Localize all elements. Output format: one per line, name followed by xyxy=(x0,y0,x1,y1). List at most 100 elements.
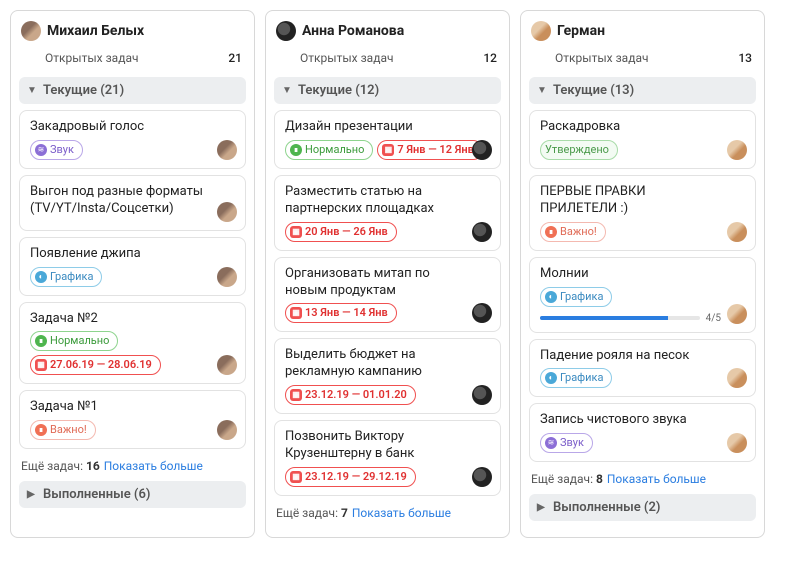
task-card[interactable]: Запись чистового звука≋Звук xyxy=(529,403,756,462)
tag-label: 23.12.19 — 29.12.19 xyxy=(305,469,407,485)
assignee-avatar[interactable] xyxy=(472,140,492,160)
section-title: Выполненные (6) xyxy=(43,487,150,502)
chevron-down-icon: ▼ xyxy=(282,85,294,96)
tag-date: ▦20 Янв — 26 Янв xyxy=(285,222,397,242)
card-title: Задача №2 xyxy=(30,311,235,328)
section-header-done[interactable]: ▶ Выполненные (2) xyxy=(529,494,756,521)
column-mikhail: Михаил Белых Открытых задач21 ▼ Текущие (21… xyxy=(10,10,255,538)
card-tags: ◐Графика xyxy=(30,267,235,287)
task-card[interactable]: Позвонить Виктору Крузенштерну в банк ▦23… xyxy=(274,420,501,496)
normal-icon: ∎ xyxy=(35,335,47,347)
task-card[interactable]: Разместить статью на партнерских площадк… xyxy=(274,175,501,251)
graphics-icon: ◐ xyxy=(545,291,557,303)
more-tasks-row: Ещё задач: 7Показать больше xyxy=(274,502,501,524)
task-card[interactable]: Дизайн презентации∎Нормально▦7 Янв — 12 … xyxy=(274,110,501,169)
card-tags: Утверждено xyxy=(540,140,745,160)
assignee-avatar[interactable] xyxy=(727,304,747,324)
card-tags: ▦13 Янв — 14 Янв xyxy=(285,303,490,323)
calendar-icon: ▦ xyxy=(35,359,47,371)
user-name: Михаил Белых xyxy=(47,23,144,39)
tag-normal: ∎Нормально xyxy=(285,140,373,160)
column-anna: Анна РомановаОткрытых задач12▼Текущие (1… xyxy=(265,10,510,538)
section-header-done[interactable]: ▶ Выполненные (6) xyxy=(19,481,246,508)
assignee-avatar[interactable] xyxy=(217,267,237,287)
card-title: Выделить бюджет на рекламную кампанию xyxy=(285,347,490,381)
card-title: Выгон под разные форматы (TV/YT/Insta/Со… xyxy=(30,184,235,218)
task-card[interactable]: Появление джипа◐Графика xyxy=(19,237,246,296)
card-tags: ◐Графика xyxy=(540,287,745,307)
tag-label: Звук xyxy=(560,435,584,451)
progress-label: 4/5 xyxy=(706,313,721,324)
task-card[interactable]: Организовать митап по новым продуктам▦13… xyxy=(274,257,501,333)
chevron-right-icon: ▶ xyxy=(537,502,549,513)
user-avatar[interactable] xyxy=(276,21,296,41)
column-header: Герман xyxy=(529,17,756,47)
open-tasks-label: Открытых задач xyxy=(555,51,649,65)
task-card[interactable]: Выделить бюджет на рекламную кампанию ▦23… xyxy=(274,338,501,414)
card-tags: ≋Звук xyxy=(540,433,745,453)
card-tags: ▦23.12.19 — 01.01.20 xyxy=(285,385,490,405)
tag-label: Звук xyxy=(50,142,74,158)
assignee-avatar[interactable] xyxy=(217,140,237,160)
tag-date: ▦7 Янв — 12 Янв xyxy=(377,140,482,160)
section-header-current[interactable]: ▼ Текущие (13) xyxy=(529,77,756,104)
tag-label: Важно! xyxy=(50,422,87,438)
tag-graphics: ◐Графика xyxy=(540,368,612,388)
chevron-down-icon: ▼ xyxy=(27,85,39,96)
important-icon: ∎ xyxy=(35,424,47,436)
sound-icon: ≋ xyxy=(545,437,557,449)
column-header: Михаил Белых xyxy=(19,17,246,47)
progress-fill xyxy=(540,316,668,320)
calendar-icon: ▦ xyxy=(290,389,302,401)
more-count: 8 xyxy=(596,472,603,486)
assignee-avatar[interactable] xyxy=(472,467,492,487)
kanban-board: Михаил Белых Открытых задач21 ▼ Текущие (21… xyxy=(10,10,789,538)
card-title: ПЕРВЫЕ ПРАВКИ ПРИЛЕТЕЛИ :) xyxy=(540,184,745,218)
progress-bar xyxy=(540,316,700,320)
column-german: Герман Открытых задач 13 ▼ Текущие (13) Раска… xyxy=(520,10,765,538)
section-title: Текущие (21) xyxy=(43,83,124,98)
show-more-link[interactable]: Показать больше xyxy=(352,506,451,520)
tag-important: ∎Важно! xyxy=(30,420,96,440)
calendar-icon: ▦ xyxy=(290,307,302,319)
section-header-current[interactable]: ▼Текущие (12) xyxy=(274,77,501,104)
chevron-down-icon: ▼ xyxy=(537,85,549,96)
open-tasks-stat: Открытых задач21 xyxy=(19,47,246,73)
assignee-avatar[interactable] xyxy=(217,202,237,222)
assignee-avatar[interactable] xyxy=(727,222,747,242)
tag-approved: Утверждено xyxy=(540,140,618,160)
open-tasks-count: 13 xyxy=(738,51,752,65)
user-avatar[interactable] xyxy=(21,21,41,41)
task-card[interactable]: Падение рояля на песок◐Графика xyxy=(529,339,756,398)
task-card[interactable]: Выгон под разные форматы (TV/YT/Insta/Со… xyxy=(19,175,246,231)
task-card[interactable]: Закадровый голос≋Звук xyxy=(19,110,246,169)
tag-date: ▦23.12.19 — 29.12.19 xyxy=(285,467,416,487)
sound-icon: ≋ xyxy=(35,144,47,156)
tag-graphics: ◐Графика xyxy=(30,267,102,287)
show-more-link[interactable]: Показать больше xyxy=(104,459,203,473)
task-card[interactable]: ПЕРВЫЕ ПРАВКИ ПРИЛЕТЕЛИ :)∎Важно! xyxy=(529,175,756,251)
card-tags: ▦20 Янв — 26 Янв xyxy=(285,222,490,242)
task-card[interactable]: РаскадровкаУтверждено xyxy=(529,110,756,169)
section-title: Текущие (13) xyxy=(553,83,634,98)
open-tasks-count: 12 xyxy=(483,51,497,65)
section-header-current[interactable]: ▼ Текущие (21) xyxy=(19,77,246,104)
user-avatar[interactable] xyxy=(531,21,551,41)
task-card[interactable]: Задача №2∎Нормально▦27.06.19 — 28.06.19 xyxy=(19,302,246,385)
tag-label: Важно! xyxy=(560,224,597,240)
calendar-icon: ▦ xyxy=(382,144,394,156)
more-prefix: Ещё задач: xyxy=(531,472,596,486)
card-title: Позвонить Виктору Крузенштерну в банк xyxy=(285,429,490,463)
chevron-right-icon: ▶ xyxy=(27,489,39,500)
tag-graphics: ◐Графика xyxy=(540,287,612,307)
card-tags: ∎Важно! xyxy=(30,420,235,440)
open-tasks-label: Открытых задач xyxy=(300,51,394,65)
tag-label: Графика xyxy=(560,370,603,386)
assignee-avatar[interactable] xyxy=(727,140,747,160)
assignee-avatar[interactable] xyxy=(472,222,492,242)
task-card[interactable]: Молнии◐Графика4/5 xyxy=(529,257,756,333)
section-title: Выполненные (2) xyxy=(553,500,660,515)
show-more-link[interactable]: Показать больше xyxy=(607,472,706,486)
more-tasks-row: Ещё задач: 8 Показать больше xyxy=(529,468,756,490)
task-card[interactable]: Задача №1∎Важно! xyxy=(19,390,246,449)
